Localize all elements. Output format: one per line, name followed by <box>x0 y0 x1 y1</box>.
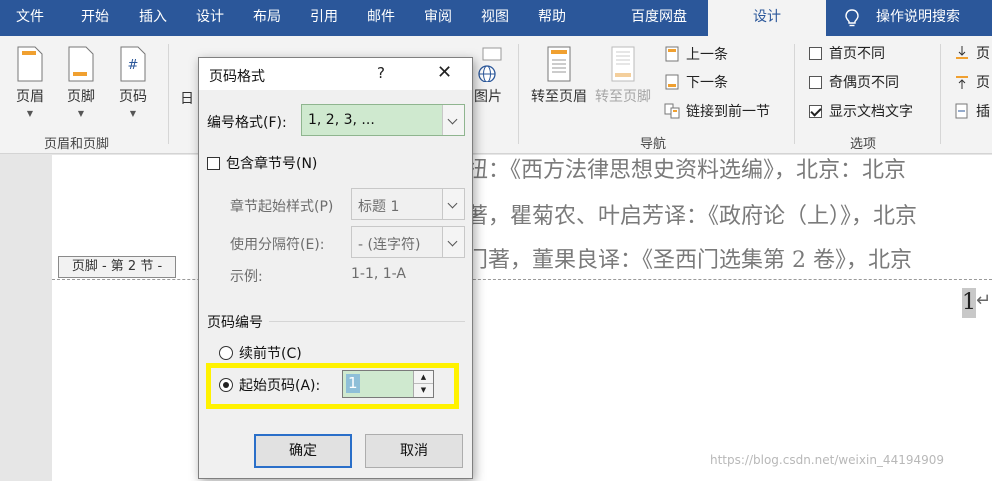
footer-page-icon <box>68 46 94 82</box>
separator-select[interactable]: - (连字符) <box>351 226 465 258</box>
globe-picture-icon <box>478 47 502 82</box>
goto-header-icon <box>547 46 571 82</box>
spin-down-icon[interactable]: ▼ <box>414 384 433 397</box>
dialog-title: 页码格式 <box>209 69 265 85</box>
document-text-line: 门著，董果良译：《圣西门选集第 2 卷》，北京 <box>466 248 912 273</box>
tab-insert[interactable]: 插入 <box>139 0 167 36</box>
paragraph-mark: ↵ <box>976 290 992 311</box>
insert-alignment-tab-item[interactable]: 插 <box>954 103 990 121</box>
checkbox-unchecked <box>207 157 220 170</box>
radio-selected <box>219 378 233 392</box>
number-format-label: 编号格式(F): <box>207 115 287 131</box>
start-at-value: 1 <box>346 374 360 393</box>
page-number-icon: # <box>120 46 146 82</box>
dialog-titlebar[interactable]: 页码格式 ? ✕ <box>199 58 472 90</box>
tab-view[interactable]: 视图 <box>481 0 509 36</box>
header-button[interactable]: 页眉 ▼ <box>12 46 48 118</box>
group-separator <box>794 44 795 144</box>
show-document-text-checkbox[interactable]: 显示文档文字 <box>809 103 913 121</box>
document-text-line: 扭：《西方法律思想史资料选编》，北京：北京 <box>466 158 907 183</box>
section-divider <box>269 321 465 322</box>
next-icon <box>664 74 680 90</box>
checkbox-unchecked <box>809 76 822 89</box>
page-number-button[interactable]: # 页码 ▼ <box>115 46 151 118</box>
ribbon: 页眉 ▼ 页脚 ▼ # 页码 ▼ 页眉和页脚 日 图片 转至页眉 转至页脚 上一… <box>0 36 992 154</box>
watermark-text: https://blog.csdn.net/weixin_44194909 <box>710 453 945 467</box>
tab-design[interactable]: 设计 <box>196 0 224 36</box>
group-label-header-footer: 页眉和页脚 <box>44 137 110 152</box>
number-format-select[interactable]: 1, 2, 3, ... <box>301 104 465 136</box>
footer-button[interactable]: 页脚 ▼ <box>63 46 99 118</box>
tab-header-footer-design[interactable]: 设计 <box>708 0 826 36</box>
goto-footer-icon <box>611 46 635 82</box>
tab-baidu-netdisk[interactable]: 百度网盘 <box>631 0 687 36</box>
alignment-tab-icon <box>954 103 970 119</box>
header-position-icon <box>954 45 970 61</box>
menu-bar: 文件 开始 插入 设计 布局 引用 邮件 审阅 视图 帮助 百度网盘 设计 操作… <box>0 0 992 36</box>
continue-from-previous-radio[interactable]: 续前节(C) <box>219 343 302 363</box>
cancel-button[interactable]: 取消 <box>365 434 463 468</box>
link-to-previous-button[interactable]: 链接到前一节 <box>664 103 770 121</box>
tab-help[interactable]: 帮助 <box>538 0 566 36</box>
help-button[interactable]: ? <box>377 64 385 82</box>
tab-file[interactable]: 文件 <box>16 0 44 36</box>
goto-header-button[interactable]: 转至页眉 <box>528 46 590 106</box>
include-chapter-number-checkbox[interactable]: 包含章节号(N) <box>207 153 317 173</box>
footer-boundary-line <box>52 279 992 280</box>
chevron-down-icon: ▼ <box>77 109 85 118</box>
lightbulb-icon <box>845 9 859 27</box>
group-label-options: 选项 <box>850 137 877 152</box>
svg-text:#: # <box>128 58 139 73</box>
group-label-navigation: 导航 <box>640 137 667 152</box>
tab-review[interactable]: 审阅 <box>424 0 452 36</box>
separator-label: 使用分隔符(E): <box>230 237 325 253</box>
footer-section-tag: 页脚 - 第 2 节 - <box>58 256 176 278</box>
group-separator <box>518 44 519 144</box>
chevron-down-icon: ▼ <box>26 109 34 118</box>
start-at-radio[interactable]: 起始页码(A): <box>219 375 320 395</box>
goto-footer-button[interactable]: 转至页脚 <box>592 46 654 106</box>
example-label: 示例: <box>230 269 263 285</box>
page-number-field[interactable]: 1 <box>962 288 976 318</box>
tab-references[interactable]: 引用 <box>310 0 338 36</box>
header-page-icon <box>17 46 43 82</box>
group-separator <box>940 44 941 144</box>
start-at-spinner[interactable]: 1 ▲ ▼ <box>342 370 434 398</box>
previous-section-button[interactable]: 上一条 <box>664 46 728 64</box>
checkbox-unchecked <box>809 47 822 60</box>
group-separator <box>168 44 169 144</box>
document-text-line: 著，瞿菊农、叶启芳译：《政府论（上）》，北京 <box>466 204 918 229</box>
next-section-button[interactable]: 下一条 <box>664 74 728 92</box>
link-icon <box>664 103 680 119</box>
previous-icon <box>664 46 680 62</box>
date-time-button[interactable]: 日 <box>180 88 200 108</box>
page-number-format-dialog: 页码格式 ? ✕ 编号格式(F): 1, 2, 3, ... 包含章节号(N) … <box>198 57 473 479</box>
header-position-item[interactable]: 页 <box>954 45 990 63</box>
spin-up-icon[interactable]: ▲ <box>414 371 433 384</box>
chevron-down-icon <box>442 227 464 257</box>
footer-position-icon <box>954 74 970 90</box>
checkbox-checked <box>809 105 822 118</box>
tab-mailings[interactable]: 邮件 <box>367 0 395 36</box>
document-left-margin <box>0 155 52 481</box>
chevron-down-icon <box>442 189 464 219</box>
close-icon[interactable]: ✕ <box>437 62 452 83</box>
radio-unselected <box>219 346 233 360</box>
ok-button[interactable]: 确定 <box>254 434 352 468</box>
tell-me-search[interactable]: 操作说明搜索 <box>826 0 992 36</box>
pictures-button[interactable]: 图片 <box>470 46 506 106</box>
chapter-style-label: 章节起始样式(P) <box>230 199 334 215</box>
different-first-page-checkbox[interactable]: 首页不同 <box>809 45 885 63</box>
spinner-buttons: ▲ ▼ <box>413 371 433 397</box>
chapter-style-select[interactable]: 标题 1 <box>351 188 465 220</box>
tab-home[interactable]: 开始 <box>81 0 109 36</box>
footer-position-item[interactable]: 页 <box>954 74 990 92</box>
tab-layout[interactable]: 布局 <box>253 0 281 36</box>
example-value: 1-1, 1-A <box>351 266 406 282</box>
different-odd-even-checkbox[interactable]: 奇偶页不同 <box>809 74 899 92</box>
chevron-down-icon <box>442 105 464 135</box>
page-numbering-section-title: 页码编号 <box>207 315 263 331</box>
tell-me-label: 操作说明搜索 <box>876 9 960 25</box>
chevron-down-icon: ▼ <box>129 109 137 118</box>
